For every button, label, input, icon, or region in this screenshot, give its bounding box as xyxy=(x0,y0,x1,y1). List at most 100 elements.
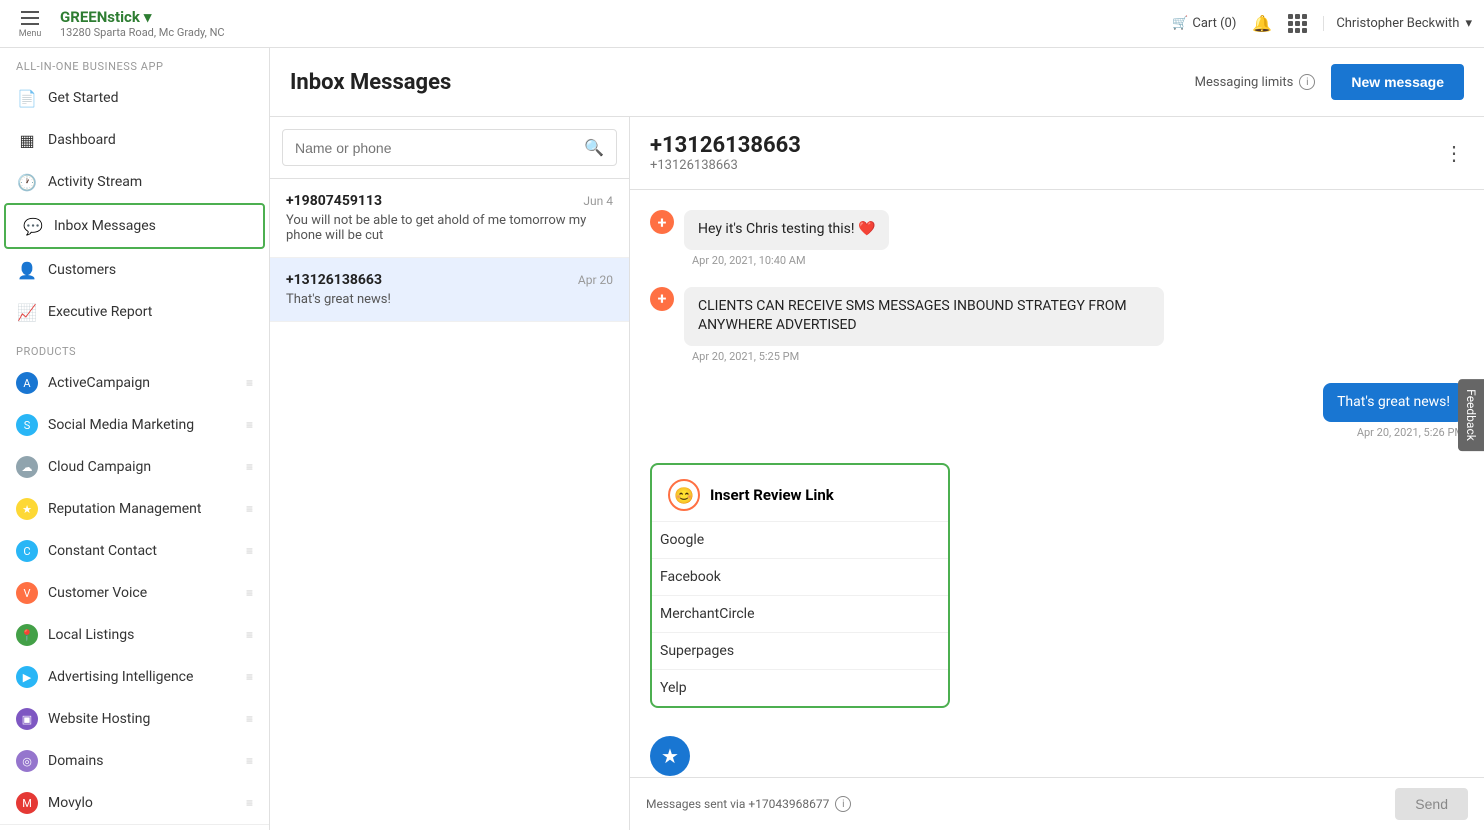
cart-icon: 🛒 xyxy=(1172,16,1188,31)
sidebar-item-active-campaign[interactable]: A ActiveCampaign ≡ xyxy=(0,362,269,404)
sidebar-label: Constant Contact xyxy=(48,543,236,559)
drag-handle: ≡ xyxy=(246,418,253,432)
star-button[interactable]: ★ xyxy=(650,736,690,776)
main-layout: ALL-IN-ONE BUSINESS APP 📄 Get Started ▦ … xyxy=(0,48,1484,830)
bell-icon[interactable]: 🔔 xyxy=(1252,14,1272,33)
send-button[interactable]: Send xyxy=(1395,788,1468,820)
conversation-header: +13126138663 +13126138663 ⋮ xyxy=(630,117,1484,190)
grid-icon[interactable] xyxy=(1288,14,1307,33)
sidebar-item-local-listings[interactable]: 📍 Local Listings ≡ xyxy=(0,614,269,656)
topbar: Menu GREENstick ▾ 13280 Sparta Road, Mc … xyxy=(0,0,1484,48)
topbar-right: 🛒 Cart (0) 🔔 Christopher Beckwith ▾ xyxy=(1172,14,1472,33)
sidebar-item-social-media[interactable]: S Social Media Marketing ≡ xyxy=(0,404,269,446)
send-info: Messages sent via +17043968677 i xyxy=(646,796,1385,812)
conv-phone-main: +13126138663 xyxy=(650,133,801,158)
customer-voice-icon: V xyxy=(16,582,38,604)
advertising-icon: ▶ xyxy=(16,666,38,688)
contact-name: +19807459113 xyxy=(286,193,382,209)
more-options-button[interactable]: ⋮ xyxy=(1444,141,1464,165)
drag-handle: ≡ xyxy=(246,376,253,390)
user-badge[interactable]: Christopher Beckwith ▾ xyxy=(1323,16,1472,31)
search-bar: 🔍 xyxy=(270,117,629,179)
message-bubble-wrap: That's great news! Apr 20, 2021, 5:26 PM xyxy=(650,383,1464,440)
chart-icon: 📈 xyxy=(16,301,38,323)
sidebar-item-website-hosting[interactable]: ▣ Website Hosting ≡ xyxy=(0,698,269,740)
sidebar-label: Customers xyxy=(48,262,253,278)
cloud-icon: ☁ xyxy=(16,456,38,478)
search-input[interactable] xyxy=(295,140,584,156)
domains-icon: ◎ xyxy=(16,750,38,772)
social-media-icon: S xyxy=(16,414,38,436)
active-campaign-icon: A xyxy=(16,372,38,394)
sidebar-item-inbox-messages[interactable]: 💬 Inbox Messages xyxy=(4,203,265,249)
sidebar-item-get-started[interactable]: 📄 Get Started xyxy=(0,77,269,119)
review-popup-title: Insert Review Link xyxy=(710,486,834,504)
sidebar-item-dashboard[interactable]: ▦ Dashboard xyxy=(0,119,269,161)
brand-name-text: GREENstick xyxy=(60,8,140,26)
sidebar-item-domains[interactable]: ◎ Domains ≡ xyxy=(0,740,269,782)
sidebar-item-activity-stream[interactable]: 🕐 Activity Stream xyxy=(0,161,269,203)
sidebar-item-customers[interactable]: 👤 Customers xyxy=(0,249,269,291)
reputation-icon: ★ xyxy=(16,498,38,520)
drag-handle: ≡ xyxy=(246,670,253,684)
sidebar-label: Local Listings xyxy=(48,627,236,643)
sidebar-label: Activity Stream xyxy=(48,174,253,190)
insert-review-popup: 😊 Insert Review Link Google Facebook Mer… xyxy=(650,463,950,708)
user-name: Christopher Beckwith xyxy=(1336,16,1459,31)
message-bubble: Hey it's Chris testing this! ❤️ xyxy=(684,210,889,250)
sidebar-item-advertising[interactable]: ▶ Advertising Intelligence ≡ xyxy=(0,656,269,698)
messaging-limits-text: Messaging limits xyxy=(1195,75,1294,90)
message-item-header: +19807459113 Jun 4 xyxy=(286,193,613,209)
sidebar-label: Cloud Campaign xyxy=(48,459,236,475)
search-icon: 🔍 xyxy=(584,138,604,157)
new-message-button[interactable]: New message xyxy=(1331,64,1464,100)
message-date: Jun 4 xyxy=(583,194,613,208)
brand-name[interactable]: GREENstick ▾ xyxy=(60,8,225,26)
sidebar: ALL-IN-ONE BUSINESS APP 📄 Get Started ▦ … xyxy=(0,48,270,830)
sidebar-label: Advertising Intelligence xyxy=(48,669,236,685)
sidebar-label: Inbox Messages xyxy=(54,218,247,234)
user-arrow: ▾ xyxy=(1465,16,1472,31)
add-button[interactable]: + xyxy=(650,287,674,311)
list-item[interactable]: +19807459113 Jun 4 You will not be able … xyxy=(270,179,629,258)
clock-icon: 🕐 xyxy=(16,171,38,193)
messages-layout: 🔍 +19807459113 Jun 4 You will not be abl… xyxy=(270,117,1484,830)
review-option-facebook[interactable]: Facebook xyxy=(652,559,948,596)
drag-handle: ≡ xyxy=(246,754,253,768)
sidebar-section-label: ALL-IN-ONE BUSINESS APP xyxy=(0,48,269,77)
sidebar-item-customer-voice[interactable]: V Customer Voice ≡ xyxy=(0,572,269,614)
message-row: That's great news! xyxy=(1323,383,1464,423)
message-row: + CLIENTS CAN RECEIVE SMS MESSAGES INBOU… xyxy=(650,287,1164,346)
feedback-tab[interactable]: Feedback xyxy=(1458,379,1484,451)
conversation-area: +13126138663 +13126138663 ⋮ + Hey it's C… xyxy=(630,117,1484,830)
cart-button[interactable]: 🛒 Cart (0) xyxy=(1172,16,1236,31)
sidebar-footer: G GREENstick 💬 Contact Christopher xyxy=(0,824,269,830)
sidebar-item-cloud-campaign[interactable]: ☁ Cloud Campaign ≡ xyxy=(0,446,269,488)
review-option-merchantcircle[interactable]: MerchantCircle xyxy=(652,596,948,633)
list-item[interactable]: +13126138663 Apr 20 That's great news! xyxy=(270,258,629,322)
message-item-header: +13126138663 Apr 20 xyxy=(286,272,613,288)
chat-icon: 💬 xyxy=(22,215,44,237)
message-preview: You will not be able to get ahold of me … xyxy=(286,213,613,243)
sidebar-item-movylo[interactable]: M Movylo ≡ xyxy=(0,782,269,824)
messaging-limits[interactable]: Messaging limits i xyxy=(1195,74,1316,90)
search-input-wrap[interactable]: 🔍 xyxy=(282,129,617,166)
drag-handle: ≡ xyxy=(246,796,253,810)
review-option-yelp[interactable]: Yelp xyxy=(652,670,948,706)
cart-label: Cart (0) xyxy=(1192,16,1236,31)
sidebar-item-constant-contact[interactable]: C Constant Contact ≡ xyxy=(0,530,269,572)
hosting-icon: ▣ xyxy=(16,708,38,730)
review-icon: 😊 xyxy=(668,479,700,511)
book-icon: 📄 xyxy=(16,87,38,109)
message-bubble: CLIENTS CAN RECEIVE SMS MESSAGES INBOUND… xyxy=(684,287,1164,346)
review-popup-header: 😊 Insert Review Link xyxy=(652,465,948,522)
sidebar-item-executive-report[interactable]: 📈 Executive Report xyxy=(0,291,269,333)
info-icon: i xyxy=(835,796,851,812)
sidebar-item-reputation[interactable]: ★ Reputation Management ≡ xyxy=(0,488,269,530)
sidebar-label: Get Started xyxy=(48,90,253,106)
review-option-superpages[interactable]: Superpages xyxy=(652,633,948,670)
add-button[interactable]: + xyxy=(650,210,674,234)
constant-contact-icon: C xyxy=(16,540,38,562)
review-option-google[interactable]: Google xyxy=(652,522,948,559)
menu-button[interactable]: Menu xyxy=(12,9,48,39)
